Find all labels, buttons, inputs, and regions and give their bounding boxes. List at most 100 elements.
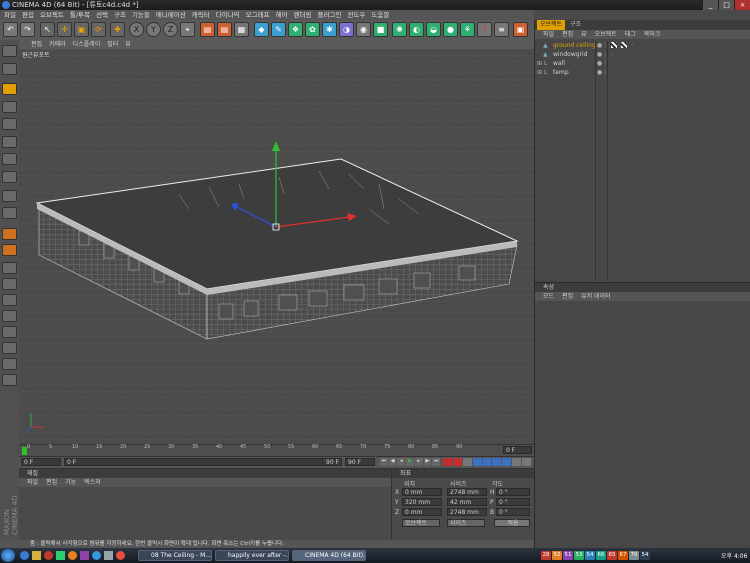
expand-icon[interactable]: ⊞ (537, 59, 542, 68)
menu-structure[interactable]: 구조 (114, 10, 126, 20)
layout-switch-icon[interactable] (2, 45, 17, 57)
record-icon[interactable] (443, 458, 452, 466)
object-menu-bookmarks[interactable]: 북마크 (644, 30, 661, 39)
coordinate-mode-dropdown[interactable]: 오브젝트 (402, 519, 440, 527)
menu-select[interactable]: 선택 (96, 10, 108, 20)
tab-structure[interactable]: 구조 (567, 20, 584, 30)
size-x-field[interactable]: 2748 mm (447, 488, 487, 496)
next-key-icon[interactable]: ▶ (423, 458, 432, 466)
y-axis-lock-button[interactable]: Y (146, 22, 161, 37)
go-end-icon[interactable]: ⏭ (432, 458, 441, 466)
cube-primitive-icon[interactable]: ◆ (254, 22, 269, 37)
backface-icon[interactable] (2, 374, 17, 386)
spline-pen-icon[interactable]: ✎ (271, 22, 286, 37)
environment-icon[interactable]: ◉ (356, 22, 371, 37)
play-icon[interactable]: ▶ (406, 458, 414, 466)
script-manager-icon[interactable]: ≡ (494, 22, 509, 37)
scale-icon[interactable]: ▣ (74, 22, 89, 37)
quicklaunch-icon[interactable] (68, 551, 77, 560)
autokey-icon[interactable] (452, 458, 462, 466)
position-y-field[interactable]: 320 mm (402, 498, 442, 506)
render-settings-icon[interactable]: ▦ (234, 22, 249, 37)
tray-number-icon[interactable]: 66 (596, 551, 606, 560)
isoline-icon[interactable] (2, 358, 17, 370)
scene-object-icon[interactable]: ◑ (339, 22, 354, 37)
prev-key-icon[interactable]: ◀ (388, 458, 397, 466)
perspective-viewport[interactable]: 원근뷰포트 (19, 49, 534, 444)
position-z-field[interactable]: 0 mm (402, 508, 442, 516)
quicklaunch-icon[interactable] (116, 551, 125, 560)
menu-mograph[interactable]: 모그래프 (246, 10, 270, 20)
quantize-icon[interactable] (2, 294, 17, 306)
render-picture-viewer-icon[interactable]: ▤ (217, 22, 232, 37)
tray-number-icon[interactable]: 54 (585, 551, 595, 560)
redo-icon[interactable]: ↷ (20, 22, 35, 37)
deformer-icon[interactable]: ✱ (322, 22, 337, 37)
maximize-button[interactable]: □ (718, 0, 734, 10)
texture-mode-icon[interactable] (2, 101, 17, 113)
explorer-icon[interactable] (32, 551, 41, 560)
key-selection-icon[interactable] (462, 458, 472, 466)
point-mode-icon[interactable] (2, 136, 17, 148)
preview-range-slider[interactable]: 0 F (64, 458, 340, 466)
key-rotation-icon[interactable] (492, 458, 502, 466)
coordinate-system-icon[interactable]: ⌖ (180, 22, 195, 37)
material-menu-texture[interactable]: 텍스쳐 (84, 478, 101, 487)
recent-tool-icon[interactable]: ✚ (110, 22, 125, 37)
tab-objects[interactable]: 오브젝트 (537, 20, 566, 30)
rotation-h-field[interactable]: 0 ° (496, 488, 530, 496)
object-menu-view[interactable]: 뷰 (581, 30, 587, 39)
timeline-end-field[interactable]: 0 F (503, 446, 532, 454)
z-axis-lock-button[interactable]: Z (163, 22, 178, 37)
viewport-menu-filter[interactable]: 필터 (107, 40, 118, 49)
target-light-icon[interactable]: ● (443, 22, 458, 37)
menu-animation[interactable]: 애니메이션 (156, 10, 186, 20)
quicklaunch-icon[interactable] (104, 551, 113, 560)
model-mode-icon[interactable] (2, 83, 17, 95)
object-menu-edit[interactable]: 편집 (562, 30, 573, 39)
key-pla-icon[interactable] (512, 458, 522, 466)
attribute-menu-edit[interactable]: 편집 (562, 292, 573, 301)
material-tag-icon[interactable] (621, 42, 627, 48)
live-select-icon[interactable]: ↖ (40, 22, 55, 37)
attribute-menu-mode[interactable]: 모드 (543, 292, 554, 301)
object-row[interactable]: ▲ windowgrid ●⋮ ◦ (535, 50, 750, 59)
preview-end-field[interactable]: 90 F (322, 458, 342, 466)
menu-functions[interactable]: 기능들 (132, 10, 150, 20)
menu-object[interactable]: 오브젝트 (40, 10, 64, 20)
floor-icon[interactable]: ◒ (426, 22, 441, 37)
tray-number-icon[interactable]: 52 (552, 551, 562, 560)
axis-mode-icon[interactable] (2, 118, 17, 130)
quicklaunch-icon[interactable] (80, 551, 89, 560)
go-start-icon[interactable]: ⏮ (380, 458, 388, 466)
move-icon[interactable]: ✛ (57, 22, 72, 37)
menu-edit[interactable]: 편집 (22, 10, 34, 20)
size-z-field[interactable]: 2748 mm (447, 508, 487, 516)
max-frame-field[interactable]: 90 F (345, 458, 375, 466)
quicklaunch-icon[interactable] (92, 551, 101, 560)
rotation-b-field[interactable]: 0 ° (496, 508, 530, 516)
object-row[interactable]: ▲ ground ceiling ●⋮ ◦ (535, 41, 750, 50)
viewport-menu-camera[interactable]: 카메라 (49, 40, 66, 49)
quicklaunch-icon[interactable] (56, 551, 65, 560)
material-menu-edit[interactable]: 편집 (46, 478, 57, 487)
menu-window[interactable]: 윈도우 (347, 10, 365, 20)
close-button[interactable]: × (734, 0, 750, 10)
rotate-icon[interactable]: ⟳ (91, 22, 106, 37)
object-row[interactable]: ⊞ L wall ●⋮ (535, 59, 750, 68)
undo-icon[interactable]: ↶ (3, 22, 18, 37)
menu-tools[interactable]: 툴/투복 (70, 10, 90, 20)
phong-tag-icon[interactable]: ◦ (631, 41, 635, 50)
menu-dynamics[interactable]: 다이나믹 (216, 10, 240, 20)
lod-icon[interactable] (2, 326, 17, 338)
solo-icon[interactable] (2, 310, 17, 322)
mograph-icon[interactable]: ⚘ (460, 22, 475, 37)
material-menu-file[interactable]: 파일 (27, 478, 38, 487)
taskbar-task[interactable]: 08 The Ceiling - M... (138, 550, 212, 561)
menu-hair[interactable]: 헤어 (276, 10, 288, 20)
menu-plugins[interactable]: 플러그인 (318, 10, 342, 20)
edge-mode-icon[interactable] (2, 153, 17, 165)
taskbar-task[interactable]: happily ever after -... (215, 550, 289, 561)
paint-icon[interactable] (2, 244, 17, 256)
tray-number-icon[interactable]: 53 (574, 551, 584, 560)
